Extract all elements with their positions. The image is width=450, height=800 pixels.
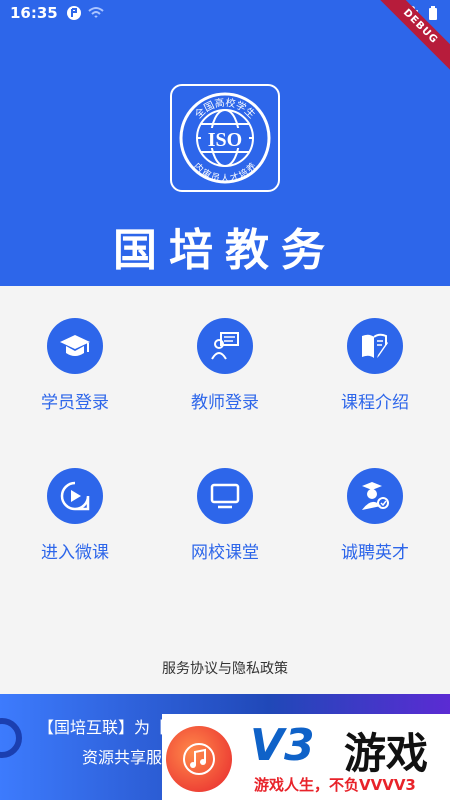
battery-icon [428,5,438,25]
student-login-label: 学员登录 [41,393,109,413]
micro-course-label: 进入微课 [41,543,109,563]
online-classroom-label: 网校课堂 [191,543,259,563]
music-note-icon [166,726,232,792]
recruitment-label: 诚聘英才 [341,543,409,563]
graduation-cap-icon [47,318,103,374]
micro-course-button[interactable]: 进入微课 [0,436,150,576]
app-notification-icon [66,5,82,21]
student-login-button[interactable]: 学员登录 [0,286,150,426]
header-banner: ISO 全国高校学生 内审员人才培养 国培教务 [0,26,450,286]
play-icon [47,468,103,524]
wifi-icon [88,6,104,20]
monitor-icon [197,468,253,524]
logo-ring-bottom-text: 内审员人才培养 [191,160,258,184]
app-title: 国培教务 [113,225,337,276]
iso-logo: ISO 全国高校学生 内审员人才培养 [170,84,280,192]
course-intro-label: 课程介绍 [341,393,409,413]
status-time: 16:35 [10,4,58,22]
online-classroom-button[interactable]: 网校课堂 [150,436,300,576]
teacher-login-label: 教师登录 [191,393,259,413]
recruitment-button[interactable]: 诚聘英才 [300,436,450,576]
v3-game-ad-overlay[interactable]: V3 游戏 游戏人生，不负VVVV3 [162,714,450,800]
svg-text:内审员人才培养: 内审员人才培养 [191,160,258,184]
banner-text-line1: 【国培互联】为【 [38,718,167,737]
ad-brand: V3 [250,720,315,771]
banner-text-line2: 资源共享服 [82,748,163,767]
teacher-board-icon [197,318,253,374]
ad-slogan: 游戏人生，不负VVVV3 [254,776,416,794]
banner-ring-decoration [0,718,22,758]
graduate-user-icon [347,468,403,524]
logo-center-text: ISO [208,129,242,151]
teacher-login-button[interactable]: 教师登录 [150,286,300,426]
ad-word: 游戏 [344,729,429,778]
status-bar: 16:35 [0,0,450,26]
course-intro-button[interactable]: 课程介绍 [300,286,450,426]
service-privacy-link[interactable]: 服务协议与隐私政策 [0,658,450,678]
book-pen-icon [347,318,403,374]
